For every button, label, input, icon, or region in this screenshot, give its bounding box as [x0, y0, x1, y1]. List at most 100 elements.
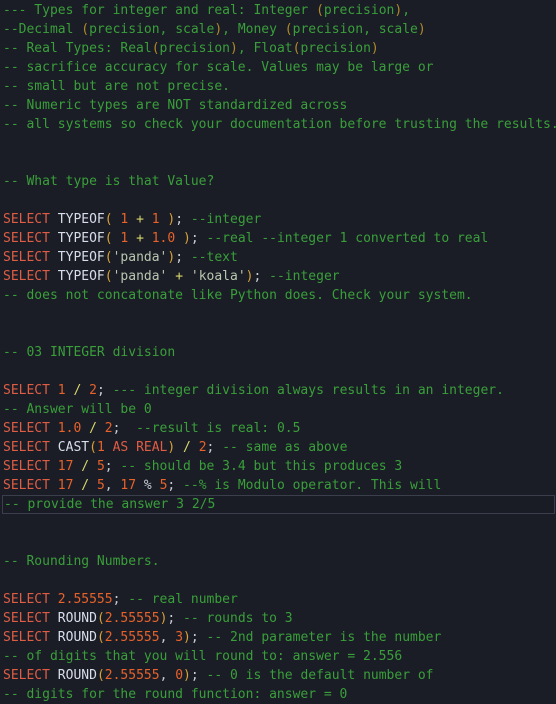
- code-line[interactable]: SELECT TYPEOF('panda'); --text: [0, 248, 556, 267]
- code-token-num: 2.55555: [57, 592, 113, 607]
- code-token-cmt: -- digits for the round function: answer…: [3, 687, 348, 702]
- code-token-str: 'panda': [112, 269, 168, 284]
- code-token-semi: ;: [190, 630, 199, 645]
- code-line[interactable]: -- all systems so check your documentati…: [0, 115, 556, 134]
- code-token-kw: AS REAL: [112, 440, 168, 455]
- code-line[interactable]: --Decimal (precision, scale), Money (pre…: [0, 20, 556, 39]
- code-line[interactable]: [0, 305, 556, 324]
- code-line[interactable]: -- does not concatonate like Python does…: [0, 286, 556, 305]
- code-token-cmt-punc: (: [81, 22, 90, 37]
- code-token-op: /: [183, 440, 191, 455]
- code-line[interactable]: [0, 571, 556, 590]
- code-token-cmt: -- small but are not precise.: [3, 79, 230, 94]
- code-line[interactable]: [0, 514, 556, 533]
- code-line[interactable]: -- 03 INTEGER division: [0, 343, 556, 362]
- code-line[interactable]: -- sacrifice accuracy for scale. Values …: [0, 58, 556, 77]
- code-line[interactable]: [0, 324, 556, 343]
- code-token-cmt: , Money: [222, 22, 285, 37]
- code-token-cmt-punc: ): [370, 41, 379, 56]
- code-token-num: 2: [198, 440, 207, 455]
- code-line[interactable]: -- digits for the round function: answer…: [0, 685, 556, 704]
- code-line-active[interactable]: -- provide the answer 3 2/5: [2, 495, 555, 514]
- code-token-cmt: --real --integer 1 converted to real: [206, 231, 489, 246]
- code-token-fn: TYPEOF: [49, 231, 105, 246]
- code-token-kw: SELECT: [3, 459, 50, 474]
- code-token-kw: SELECT: [3, 269, 50, 284]
- code-token-num: 2.55555: [104, 630, 160, 645]
- code-line[interactable]: [0, 191, 556, 210]
- code-token-kw: SELECT: [3, 478, 50, 493]
- code-line[interactable]: -- Rounding Numbers.: [0, 552, 556, 571]
- code-token-cmt: precision: [323, 3, 395, 18]
- code-token-cmt: -- sacrifice accuracy for scale. Values …: [3, 60, 434, 75]
- code-token-semi: ;: [190, 231, 199, 246]
- code-token-kw: SELECT: [3, 630, 50, 645]
- code-token-cmt: -- 0 is the default number of: [206, 668, 434, 683]
- code-token-cmt: , Float: [237, 41, 293, 56]
- code-line[interactable]: -- Numeric types are NOT standardized ac…: [0, 96, 556, 115]
- code-line[interactable]: SELECT 1.0 / 2; --result is real: 0.5: [0, 419, 556, 438]
- code-line[interactable]: SELECT TYPEOF('panda' + 'koala'); --inte…: [0, 267, 556, 286]
- code-token-str: 'koala': [190, 269, 246, 284]
- code-token-cmt: -- rounds to 3: [183, 611, 293, 626]
- code-line[interactable]: [0, 134, 556, 153]
- code-token-num: 5: [96, 478, 105, 493]
- code-line[interactable]: SELECT TYPEOF( 1 + 1.0 ); --real --integ…: [0, 229, 556, 248]
- code-line[interactable]: SELECT TYPEOF( 1 + 1 ); --integer: [0, 210, 556, 229]
- code-line[interactable]: [0, 533, 556, 552]
- code-token-num: 3: [175, 630, 184, 645]
- code-token-cmt: --integer: [190, 212, 262, 227]
- code-line[interactable]: --- Types for integer and real: Integer …: [0, 1, 556, 20]
- code-token-fn: CAST: [49, 440, 90, 455]
- code-token-semi: ,: [159, 630, 176, 645]
- code-line[interactable]: SELECT ROUND(2.55555, 3); -- 2nd paramet…: [0, 628, 556, 647]
- code-token-punc: (: [104, 269, 113, 284]
- code-line[interactable]: [0, 153, 556, 172]
- code-token-kw: SELECT: [3, 231, 50, 246]
- code-line[interactable]: -- of digits that you will round to: ans…: [0, 647, 556, 666]
- code-token-cmt: --- integer division always results in a…: [112, 383, 504, 398]
- code-token-cmt: --result is real: 0.5: [136, 421, 301, 436]
- code-token-op: /: [81, 478, 90, 493]
- code-token-kw: SELECT: [3, 592, 50, 607]
- code-line[interactable]: -- small but are not precise.: [0, 77, 556, 96]
- code-line[interactable]: -- What type is that Value?: [0, 172, 556, 191]
- code-token-punc: ): [183, 668, 191, 683]
- code-token-cmt: -- 2nd parameter is the number: [206, 630, 442, 645]
- code-line[interactable]: -- Answer will be 0: [0, 400, 556, 419]
- code-line[interactable]: SELECT CAST(1 AS REAL) / 2; -- same as a…: [0, 438, 556, 457]
- code-line[interactable]: SELECT ROUND(2.55555, 0); -- 0 is the de…: [0, 666, 556, 685]
- code-editor-surface[interactable]: --- Types for integer and real: Integer …: [0, 0, 556, 702]
- code-token-num: 0: [175, 668, 184, 683]
- code-line[interactable]: [0, 362, 556, 381]
- code-token-semi: ;: [190, 668, 199, 683]
- code-token-cmt: -- Answer will be 0: [3, 402, 152, 417]
- code-line[interactable]: SELECT 17 / 5; -- should be 3.4 but this…: [0, 457, 556, 476]
- code-line[interactable]: SELECT 2.55555; -- real number: [0, 590, 556, 609]
- code-token-num: 1.0: [151, 231, 176, 246]
- code-token-num: 1.0: [57, 421, 82, 436]
- code-token-punc: (: [104, 250, 113, 265]
- code-line[interactable]: -- Real Types: Real(precision), Float(pr…: [0, 39, 556, 58]
- code-token-punc: ): [245, 269, 254, 284]
- code-token-num: 2.55555: [104, 611, 160, 626]
- code-line[interactable]: SELECT 17 / 5, 17 % 5; --% is Modulo ope…: [0, 476, 556, 495]
- code-line[interactable]: SELECT 1 / 2; --- integer division alway…: [0, 381, 556, 400]
- code-line[interactable]: SELECT ROUND(2.55555); -- rounds to 3: [0, 609, 556, 628]
- code-token-cmt: precision, scale: [89, 22, 215, 37]
- code-token-cmt-punc: (: [316, 3, 324, 18]
